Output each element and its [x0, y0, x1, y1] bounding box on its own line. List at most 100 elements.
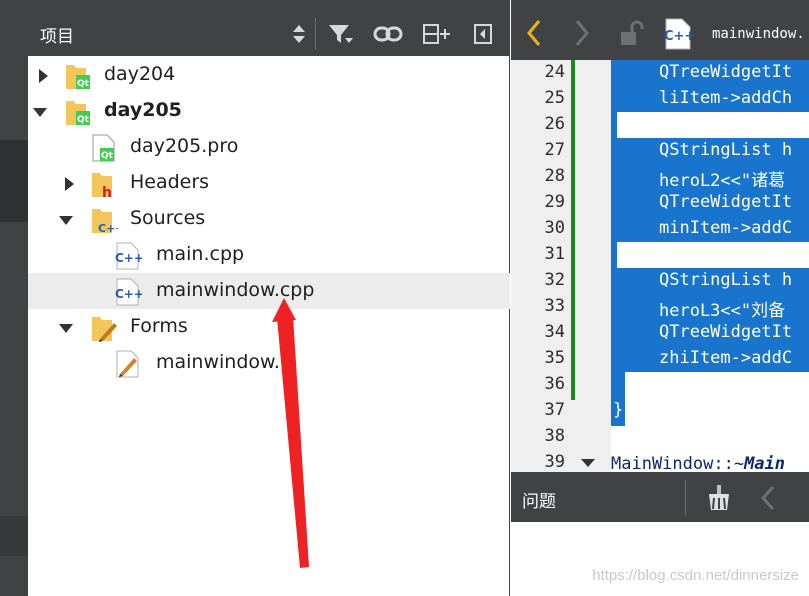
tree-item-label: Headers — [130, 171, 210, 193]
expanded-arrow-icon[interactable] — [59, 321, 73, 335]
svg-text:C++: C++ — [664, 29, 694, 44]
tree-item-label: day204 — [104, 63, 176, 85]
cpp-file-icon: C++ — [115, 242, 142, 270]
tree-item-sources[interactable]: C++ Sources — [28, 201, 510, 237]
sources-folder-icon: C++ — [92, 209, 118, 235]
line-number: 38 — [544, 426, 565, 446]
cpp-file-icon: C++ — [115, 278, 142, 306]
selection-block — [611, 112, 617, 138]
code-line: zhiItem->addC — [659, 348, 793, 368]
code-line: QStringList h — [659, 140, 793, 160]
toolbar-separator — [685, 480, 686, 516]
code-line: QTreeWidgetIt — [659, 192, 793, 212]
watermark: https://blog.csdn.net/dinnersize — [592, 567, 799, 584]
tree-item-label: main.cpp — [156, 243, 245, 265]
code-keyword: Main — [744, 454, 786, 472]
collapsed-arrow-icon[interactable] — [36, 69, 50, 83]
line-number: 24 — [544, 62, 565, 82]
svg-text:h: h — [102, 185, 112, 199]
tree-item-mainwindow-ui[interactable]: mainwindow.ui — [28, 345, 510, 381]
tree-item-label: Sources — [130, 207, 206, 229]
link-icon[interactable] — [373, 16, 403, 52]
tree-item-main-cpp[interactable]: C++ main.cpp — [28, 237, 510, 273]
line-number: 27 — [544, 140, 565, 160]
code-line: liItem->addCh — [659, 88, 793, 108]
line-number: 33 — [544, 296, 565, 316]
clean-icon[interactable] — [703, 482, 735, 514]
svg-text:C++: C++ — [98, 222, 118, 235]
code-line: QTreeWidgetIt — [659, 322, 793, 342]
line-number: 26 — [544, 114, 565, 134]
line-number: 34 — [544, 322, 565, 342]
code-line: heroL2<<"诸葛 — [659, 171, 786, 191]
svg-text:Qt: Qt — [77, 79, 90, 89]
selection-block — [611, 242, 617, 268]
code-area[interactable]: QTreeWidgetIt liItem->addCh QStringList … — [611, 60, 809, 472]
line-number: 37 — [544, 400, 565, 420]
back-arrow-icon[interactable] — [759, 484, 777, 512]
toolbar-separator — [315, 18, 316, 50]
tree-item-label: day205.pro — [130, 135, 239, 157]
tree-item-day205-pro[interactable]: Qt day205.pro — [28, 129, 510, 165]
code-line: heroL3<<"刘备 — [659, 301, 786, 321]
tree-item-mainwindow-cpp[interactable]: C++ mainwindow.cpp — [28, 273, 510, 309]
issues-toolbar: 问题 — [511, 472, 809, 522]
line-number: 36 — [544, 374, 565, 394]
unlock-icon[interactable] — [619, 20, 645, 48]
qt-folder-icon: Qt — [66, 65, 90, 89]
filter-icon[interactable] — [326, 16, 356, 52]
svg-text:C++: C++ — [115, 251, 142, 265]
headers-folder-icon: h — [92, 173, 112, 199]
close-sidebar-icon[interactable] — [468, 16, 498, 52]
line-number: 39 — [544, 452, 565, 472]
code-editor: C++ mainwindow. 24 25 26 27 28 29 30 31 … — [511, 0, 809, 472]
code-line: } — [613, 400, 624, 420]
tree-item-label: day205 — [104, 99, 182, 121]
diff-marker — [571, 60, 575, 400]
line-number: 30 — [544, 218, 565, 238]
split-add-icon[interactable] — [422, 16, 452, 52]
sort-icon[interactable] — [284, 16, 314, 52]
cpp-file-icon: C++ — [664, 18, 694, 50]
mode-sidebar-lower[interactable] — [0, 516, 28, 556]
tree-item-label: mainwindow.cpp — [156, 279, 315, 301]
line-number: 32 — [544, 270, 565, 290]
forms-folder-icon — [92, 317, 117, 342]
forward-arrow-icon[interactable] — [573, 18, 591, 48]
ui-file-icon — [116, 350, 139, 378]
qt-folder-icon: Qt — [66, 101, 90, 125]
tree-item-headers[interactable]: h Headers — [28, 165, 510, 201]
line-number: 25 — [544, 88, 565, 108]
collapsed-arrow-icon[interactable] — [62, 177, 76, 191]
svg-text:C++: C++ — [115, 287, 142, 301]
mode-sidebar — [0, 0, 28, 596]
code-line-text: MainWindow::~ — [611, 454, 745, 472]
mode-sidebar-selected[interactable] — [0, 140, 28, 222]
back-arrow-icon[interactable] — [525, 18, 543, 48]
fold-arrow-icon[interactable] — [581, 457, 595, 469]
editor-toolbar: C++ mainwindow. — [511, 0, 809, 60]
qt-project-file-icon: Qt — [92, 134, 115, 162]
project-panel: 项目 Qt day204 Qt day205 Qt day205.pro h H… — [28, 0, 510, 596]
editor-file-name[interactable]: mainwindow. — [712, 26, 805, 42]
expanded-arrow-icon[interactable] — [59, 213, 73, 227]
code-line: minItem->addC — [659, 218, 793, 238]
tree-item-day205[interactable]: Qt day205 — [28, 93, 510, 129]
line-number: 31 — [544, 244, 565, 264]
tree-item-day204[interactable]: Qt day204 — [28, 57, 510, 93]
line-number: 29 — [544, 192, 565, 212]
project-toolbar: 项目 — [28, 0, 510, 56]
line-number-gutter: 24 25 26 27 28 29 30 31 32 33 34 35 36 3… — [511, 60, 611, 472]
code-line: QStringList h — [659, 270, 793, 290]
code-line: QTreeWidgetIt — [659, 62, 793, 82]
tree-item-label: mainwindow.ui — [156, 351, 298, 373]
svg-text:Qt: Qt — [101, 151, 114, 161]
code-line: MainWindow::~Main — [611, 454, 785, 472]
panel-title: 项目 — [40, 27, 74, 47]
svg-text:Qt: Qt — [77, 115, 90, 125]
tree-item-label: Forms — [130, 315, 188, 337]
expanded-arrow-icon[interactable] — [33, 105, 47, 119]
tree-item-forms[interactable]: Forms — [28, 309, 510, 345]
line-number: 28 — [544, 166, 565, 186]
issues-title[interactable]: 问题 — [522, 487, 556, 512]
